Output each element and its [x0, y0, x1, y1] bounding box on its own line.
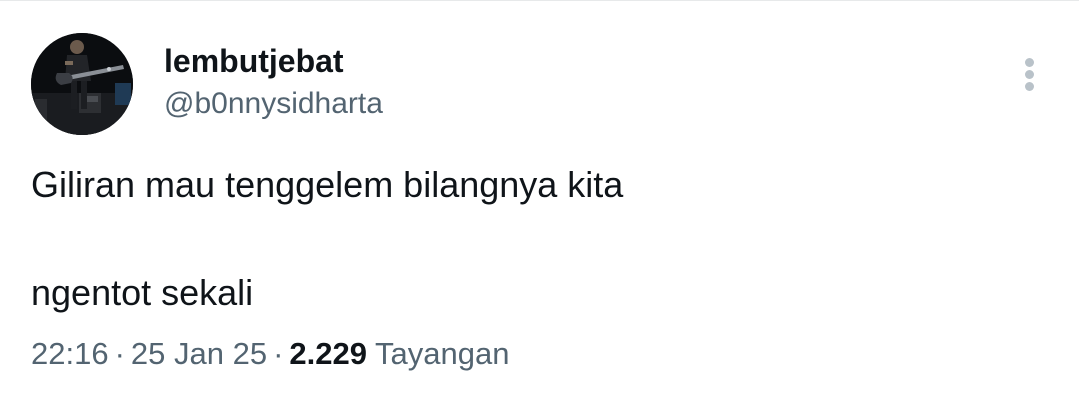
- tweet[interactable]: lembutjebat @b0nnysidharta Giliran mau t…: [0, 0, 1079, 404]
- tweet-time[interactable]: 22:16: [31, 336, 109, 371]
- tweet-text-line: Giliran mau tenggelem bilangnya kita: [31, 164, 624, 205]
- more-options-button[interactable]: [1010, 52, 1050, 96]
- meta-separator: ·: [273, 336, 284, 371]
- avatar[interactable]: [31, 33, 133, 135]
- author-handle[interactable]: @b0nnysidharta: [164, 86, 383, 122]
- views-label: Tayangan: [375, 336, 510, 371]
- more-vertical-icon-dot: [1025, 70, 1034, 79]
- views-count: 2.229: [289, 336, 367, 371]
- meta-separator: ·: [114, 336, 125, 371]
- tweet-meta: 22:16 · 25 Jan 25 · 2.229 Tayangan: [31, 335, 510, 373]
- tweet-text: Giliran mau tenggelem bilangnya kita nge…: [31, 163, 1031, 315]
- tweet-text-line: ngentot sekali: [31, 272, 254, 313]
- more-vertical-icon-dot: [1025, 82, 1034, 91]
- avatar-photo: [31, 33, 133, 135]
- author-display-name[interactable]: lembutjebat: [164, 42, 344, 80]
- tweet-date[interactable]: 25 Jan 25: [131, 336, 267, 371]
- more-vertical-icon: [1025, 58, 1034, 67]
